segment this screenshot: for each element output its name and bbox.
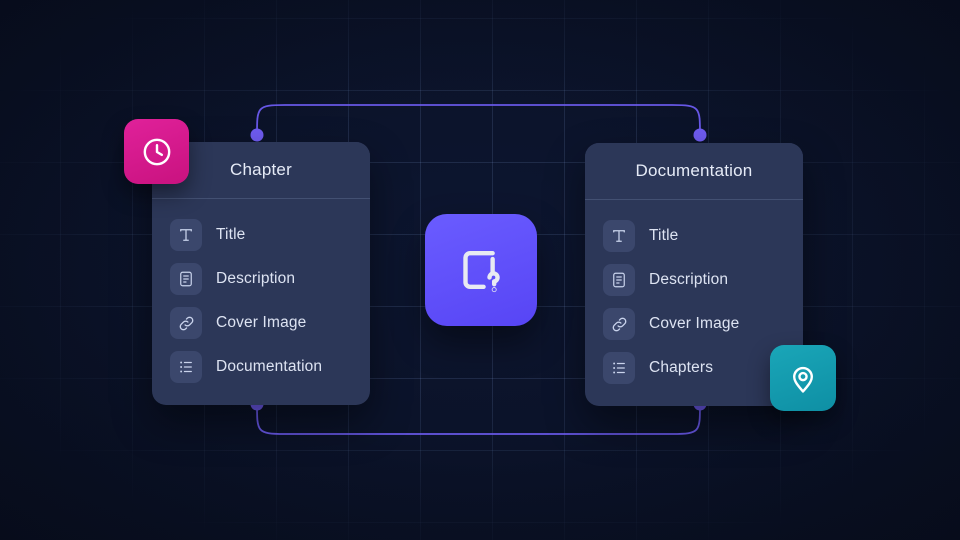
field-label: Title — [216, 226, 246, 243]
field-row-title[interactable]: Title — [152, 213, 370, 257]
field-row-documentation[interactable]: Documentation — [152, 345, 370, 389]
document-text-icon — [603, 264, 635, 296]
clock-badge[interactable] — [124, 119, 189, 184]
field-row-cover-image[interactable]: Cover Image — [152, 301, 370, 345]
link-icon — [603, 308, 635, 340]
field-row-description[interactable]: Description — [152, 257, 370, 301]
card-chapter[interactable]: Chapter Title Description Cover Image Do… — [152, 142, 370, 405]
document-question-icon — [450, 239, 512, 301]
card-chapter-title: Chapter — [230, 160, 292, 179]
field-label: Description — [216, 270, 296, 287]
text-icon — [170, 219, 202, 251]
documentation-top-port[interactable] — [693, 128, 707, 142]
field-label: Cover Image — [649, 315, 740, 332]
field-row-title[interactable]: Title — [585, 214, 803, 258]
clock-icon — [140, 135, 174, 169]
field-label: Description — [649, 271, 729, 288]
field-label: Title — [649, 227, 679, 244]
map-pin-icon — [786, 361, 820, 395]
link-icon — [170, 307, 202, 339]
field-label: Cover Image — [216, 314, 307, 331]
card-documentation-title: Documentation — [635, 161, 753, 180]
chapter-top-port[interactable] — [250, 128, 264, 142]
canvas: Chapter Title Description Cover Image Do… — [0, 0, 960, 540]
card-documentation-header: Documentation — [585, 143, 803, 200]
text-icon — [603, 220, 635, 252]
list-icon — [603, 352, 635, 384]
map-pin-badge[interactable] — [770, 345, 836, 411]
field-row-description[interactable]: Description — [585, 258, 803, 302]
field-label: Documentation — [216, 358, 323, 375]
card-chapter-fields: Title Description Cover Image Documentat… — [152, 199, 370, 405]
document-text-icon — [170, 263, 202, 295]
list-icon — [170, 351, 202, 383]
field-row-cover-image[interactable]: Cover Image — [585, 302, 803, 346]
top-connector-path — [256, 104, 701, 136]
documentation-question-badge[interactable] — [425, 214, 537, 326]
bottom-connector-path — [256, 403, 701, 435]
field-label: Chapters — [649, 359, 714, 376]
